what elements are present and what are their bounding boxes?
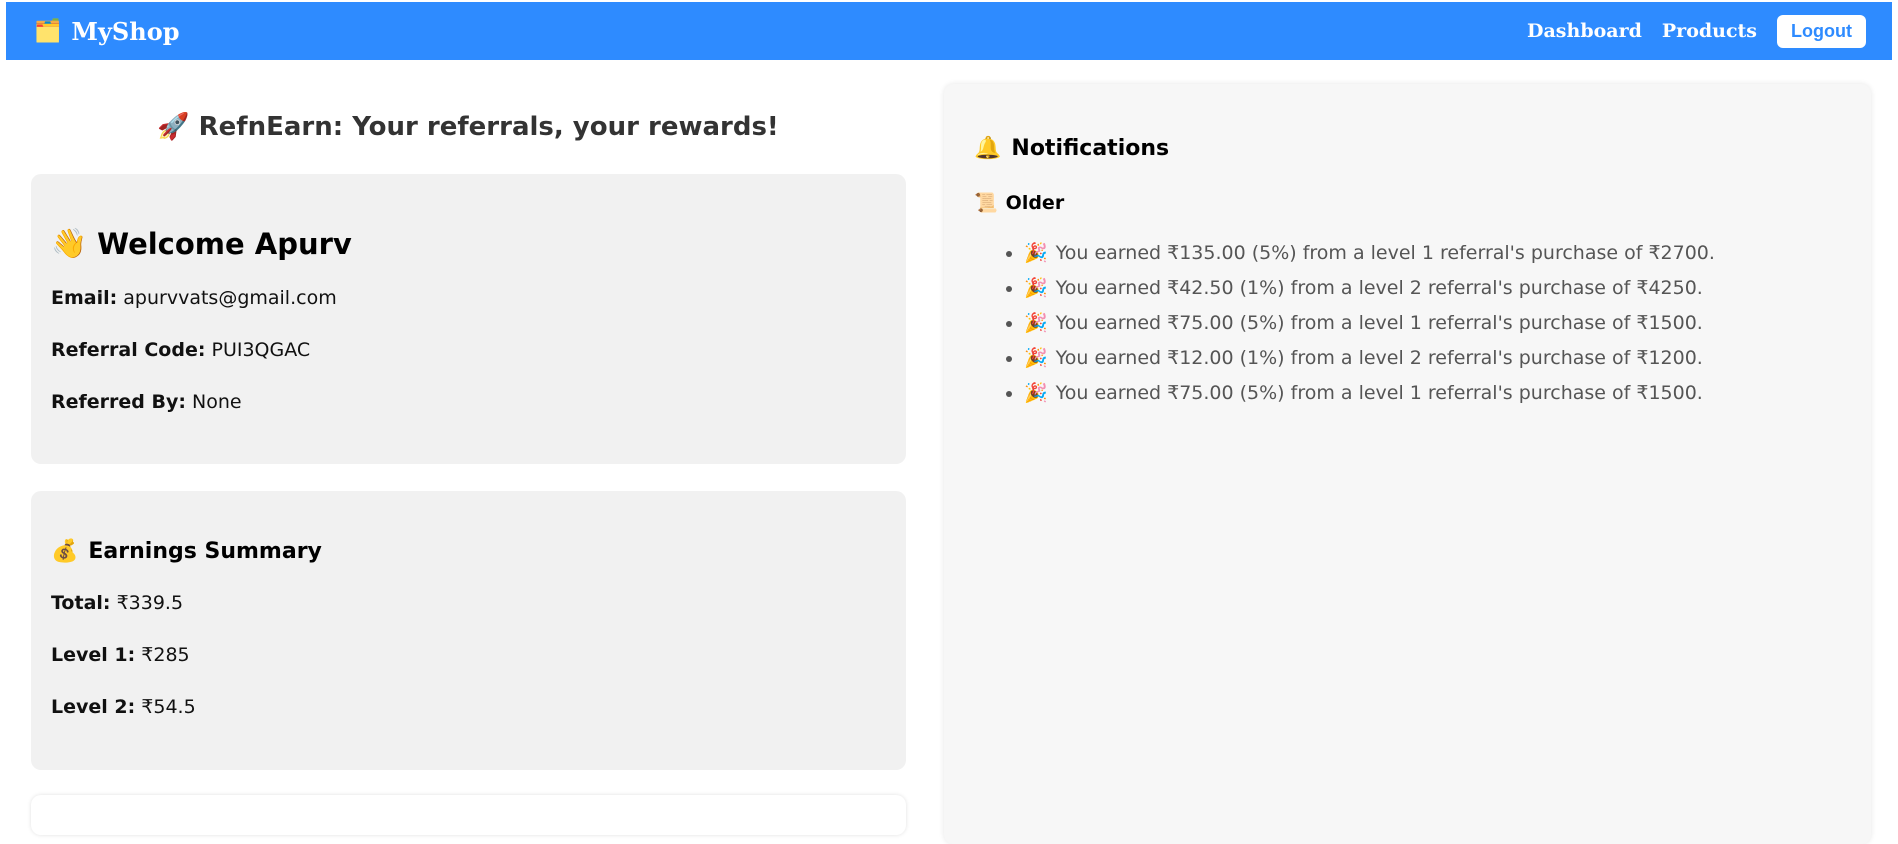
level1-value: ₹285: [141, 644, 190, 666]
page-title: 🚀 RefnEarn: Your referrals, your rewards…: [157, 112, 779, 142]
party-popper-icon: 🎉: [1024, 242, 1048, 264]
nav-link-products[interactable]: Products: [1662, 20, 1757, 42]
nav-links: Dashboard Products Logout: [1527, 14, 1866, 48]
welcome-card: 👋 Welcome Apurv Email: apurvvats@gmail.c…: [31, 174, 906, 464]
older-heading-text: Older: [1005, 191, 1065, 214]
party-popper-icon: 🎉: [1024, 312, 1048, 334]
notification-list: 🎉 You earned ₹135.00 (5%) from a level 1 …: [974, 242, 1841, 404]
notification-text: You earned ₹135.00 (5%) from a level 1 r…: [1055, 242, 1715, 264]
logout-button[interactable]: Logout: [1777, 14, 1866, 48]
welcome-heading: 👋 Welcome Apurv: [51, 226, 886, 261]
top-navbar: 🗂️ MyShop Dashboard Products Logout: [6, 2, 1892, 60]
referral-code-line: Referral Code: PUI3QGAC: [51, 339, 886, 361]
level2-value: ₹54.5: [141, 696, 196, 718]
notifications-heading: 🔔 Notifications: [974, 136, 1841, 161]
total-value: ₹339.5: [116, 592, 184, 614]
party-popper-icon: 🎉: [1024, 347, 1048, 369]
notification-text: You earned ₹42.50 (1%) from a level 2 re…: [1055, 277, 1703, 299]
shop-icon: 🗂️: [34, 18, 62, 44]
email-line: Email: apurvvats@gmail.com: [51, 287, 886, 309]
earnings-heading-text: Earnings Summary: [88, 539, 322, 564]
notification-text: You earned ₹75.00 (5%) from a level 1 re…: [1055, 312, 1703, 334]
notification-item: 🎉 You earned ₹12.00 (1%) from a level 2 r…: [1024, 347, 1841, 369]
notification-text: You earned ₹75.00 (5%) from a level 1 re…: [1055, 382, 1703, 404]
party-popper-icon: 🎉: [1024, 382, 1048, 404]
next-card: [31, 795, 906, 835]
level1-earnings-line: Level 1: ₹285: [51, 644, 886, 666]
referred-by-label: Referred By:: [51, 391, 186, 413]
level1-label: Level 1:: [51, 644, 136, 666]
party-popper-icon: 🎉: [1024, 277, 1048, 299]
total-label: Total:: [51, 592, 111, 614]
nav-link-dashboard[interactable]: Dashboard: [1527, 20, 1642, 42]
referral-code-label: Referral Code:: [51, 339, 206, 361]
earnings-card: 💰 Earnings Summary Total: ₹339.5 Level 1…: [31, 491, 906, 770]
wave-icon: 👋: [51, 226, 88, 260]
email-value: apurvvats@gmail.com: [123, 287, 337, 309]
brand[interactable]: 🗂️ MyShop: [34, 17, 180, 46]
notification-text: You earned ₹12.00 (1%) from a level 2 re…: [1055, 347, 1703, 369]
notification-item: 🎉 You earned ₹42.50 (1%) from a level 2 r…: [1024, 277, 1841, 299]
referred-by-value: None: [192, 391, 242, 413]
total-earnings-line: Total: ₹339.5: [51, 592, 886, 614]
referred-by-line: Referred By: None: [51, 391, 886, 413]
referral-code-value: PUI3QGAC: [211, 339, 311, 361]
notification-item: 🎉 You earned ₹75.00 (5%) from a level 1 r…: [1024, 382, 1841, 404]
notifications-heading-text: Notifications: [1011, 136, 1170, 161]
notification-item: 🎉 You earned ₹135.00 (5%) from a level 1 …: [1024, 242, 1841, 264]
notification-item: 🎉 You earned ₹75.00 (5%) from a level 1 r…: [1024, 312, 1841, 334]
older-heading: 📜 Older: [974, 191, 1841, 215]
brand-name: MyShop: [71, 16, 180, 46]
level2-earnings-line: Level 2: ₹54.5: [51, 696, 886, 718]
money-bag-icon: 💰: [51, 539, 79, 564]
welcome-heading-text: Welcome Apurv: [97, 226, 352, 261]
email-label: Email:: [51, 287, 118, 309]
scroll-icon: 📜: [974, 192, 998, 214]
level2-label: Level 2:: [51, 696, 136, 718]
earnings-heading: 💰 Earnings Summary: [51, 539, 886, 564]
bell-icon: 🔔: [974, 136, 1002, 161]
notifications-panel: 🔔 Notifications 📜 Older 🎉 You earned ₹135…: [944, 84, 1871, 844]
